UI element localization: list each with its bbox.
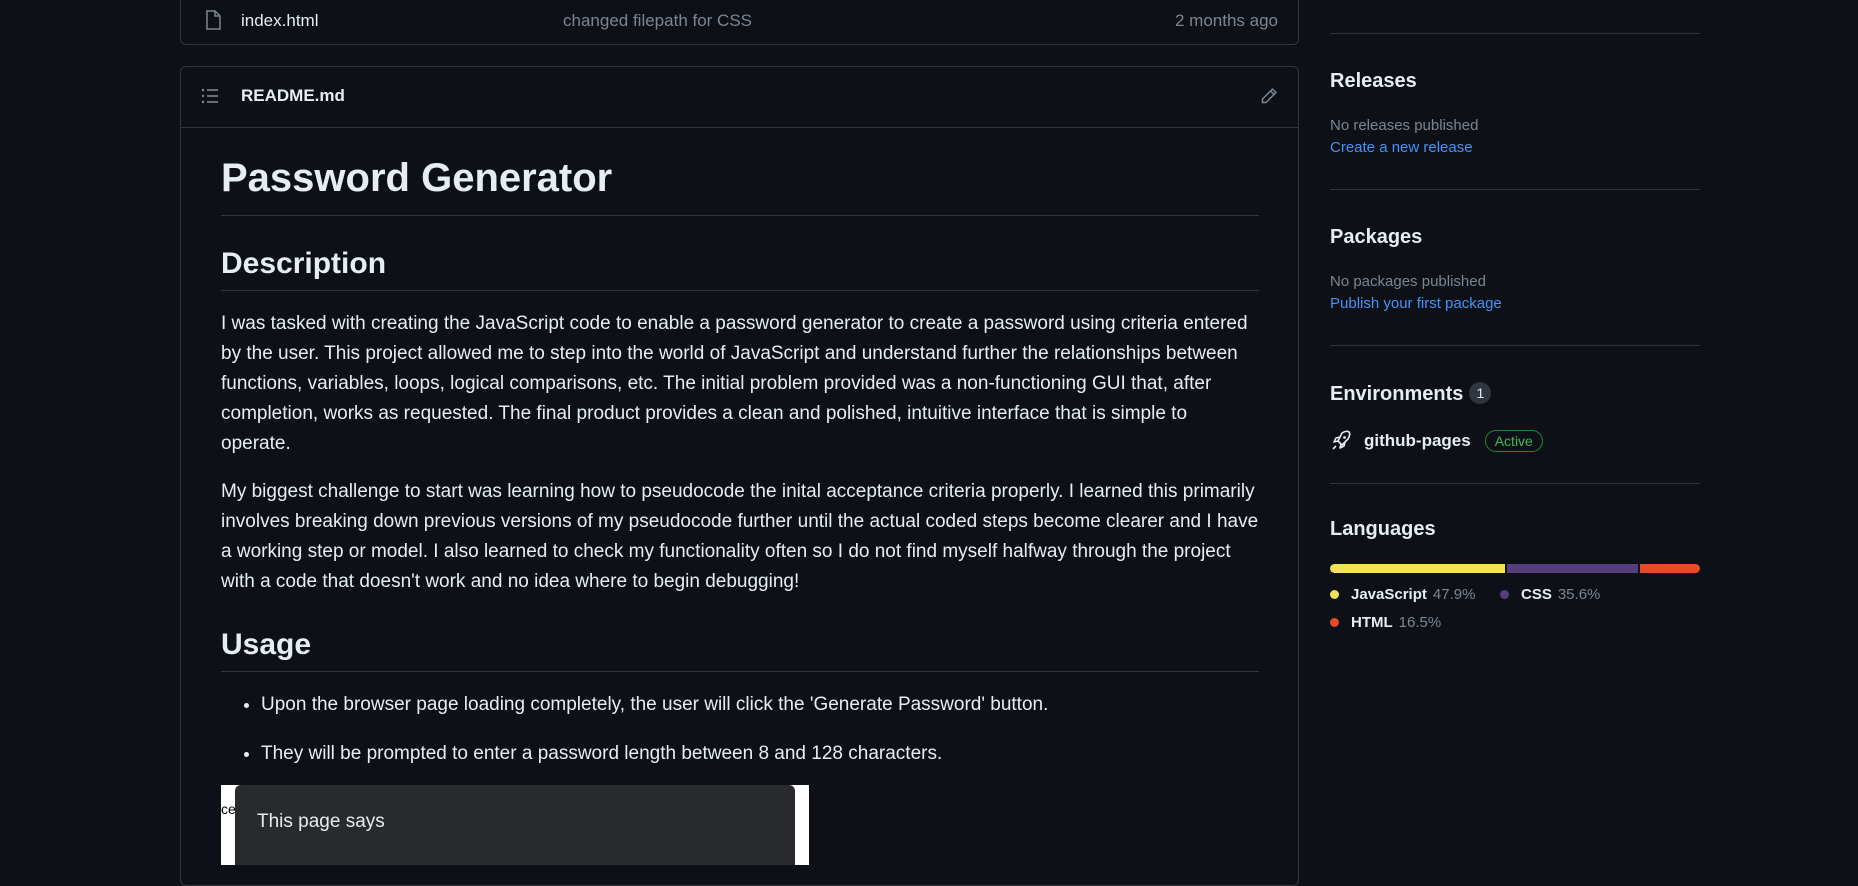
packages-heading[interactable]: Packages	[1330, 226, 1422, 249]
status-badge: Active	[1484, 430, 1543, 452]
description-heading: Description	[221, 246, 1259, 291]
language-color-dot	[1500, 590, 1509, 599]
language-percent: 16.5%	[1398, 614, 1442, 631]
languages-heading: Languages	[1330, 518, 1436, 540]
readme-filename[interactable]: README.md	[241, 86, 345, 106]
usage-heading: Usage	[221, 627, 1259, 672]
file-icon	[206, 10, 221, 30]
divider	[1330, 483, 1700, 484]
environments-count: 1	[1469, 382, 1492, 404]
environment-name[interactable]: github-pages	[1364, 431, 1471, 451]
usage-screenshot: ce This page says	[221, 785, 809, 865]
language-color-dot	[1330, 618, 1339, 627]
description-paragraph-2: My biggest challenge to start was learni…	[221, 481, 1259, 592]
table-of-contents-icon[interactable]	[201, 88, 219, 104]
file-row[interactable]: index.html changed filepath for CSS 2 mo…	[181, 0, 1298, 44]
commit-message-link[interactable]: changed filepath for CSS	[563, 11, 752, 31]
no-releases-text: No releases published	[1330, 117, 1479, 134]
language-item-html[interactable]: HTML 16.5%	[1330, 614, 1441, 631]
description-paragraph-1: I was tasked with creating the JavaScrip…	[221, 313, 1248, 454]
releases-heading[interactable]: Releases	[1330, 70, 1417, 93]
language-name: HTML	[1351, 614, 1393, 631]
no-packages-text: No packages published	[1330, 273, 1486, 290]
create-release-link[interactable]: Create a new release	[1330, 139, 1473, 156]
commit-date: 2 months ago	[1174, 11, 1278, 30]
readme-title: Password Generator	[221, 153, 1259, 216]
pencil-icon[interactable]	[1260, 87, 1278, 105]
language-name: JavaScript	[1351, 586, 1427, 603]
dialog-title: This page says	[257, 811, 385, 832]
environments-heading[interactable]: Environments 1	[1330, 382, 1492, 406]
environments-label: Environments	[1330, 383, 1464, 405]
file-list: index.html changed filepath for CSS 2 mo…	[180, 0, 1299, 45]
usage-list: Upon the browser page loading completely…	[221, 690, 1259, 769]
language-item-javascript[interactable]: JavaScript 47.9%	[1330, 586, 1475, 603]
language-bar	[1330, 564, 1700, 573]
usage-item: They will be prompted to enter a passwor…	[261, 739, 1259, 769]
language-item-css[interactable]: CSS 35.6%	[1500, 586, 1600, 603]
screenshot-edge-text: ce	[221, 801, 236, 817]
language-percent: 35.6%	[1557, 586, 1601, 603]
readme-content: Password Generator Description I was tas…	[221, 153, 1259, 865]
language-color-dot	[1330, 590, 1339, 599]
language-bar-segment-css[interactable]	[1507, 564, 1638, 573]
language-bar-segment-html[interactable]	[1639, 564, 1700, 573]
language-name: CSS	[1521, 586, 1552, 603]
readme-header: README.md	[181, 67, 1298, 128]
file-name-link[interactable]: index.html	[241, 11, 318, 31]
language-bar-segment-javascript[interactable]	[1330, 564, 1506, 573]
divider	[1330, 345, 1700, 346]
screenshot-dialog: This page says	[235, 785, 795, 865]
divider	[1330, 189, 1700, 190]
usage-item: Upon the browser page loading completely…	[261, 690, 1259, 720]
readme-panel: README.md Password Generator Description…	[180, 66, 1299, 886]
rocket-icon	[1332, 430, 1351, 450]
language-percent: 47.9%	[1432, 586, 1476, 603]
environment-item[interactable]: github-pages Active	[1330, 428, 1543, 454]
divider	[1330, 33, 1700, 34]
publish-package-link[interactable]: Publish your first package	[1330, 295, 1502, 312]
